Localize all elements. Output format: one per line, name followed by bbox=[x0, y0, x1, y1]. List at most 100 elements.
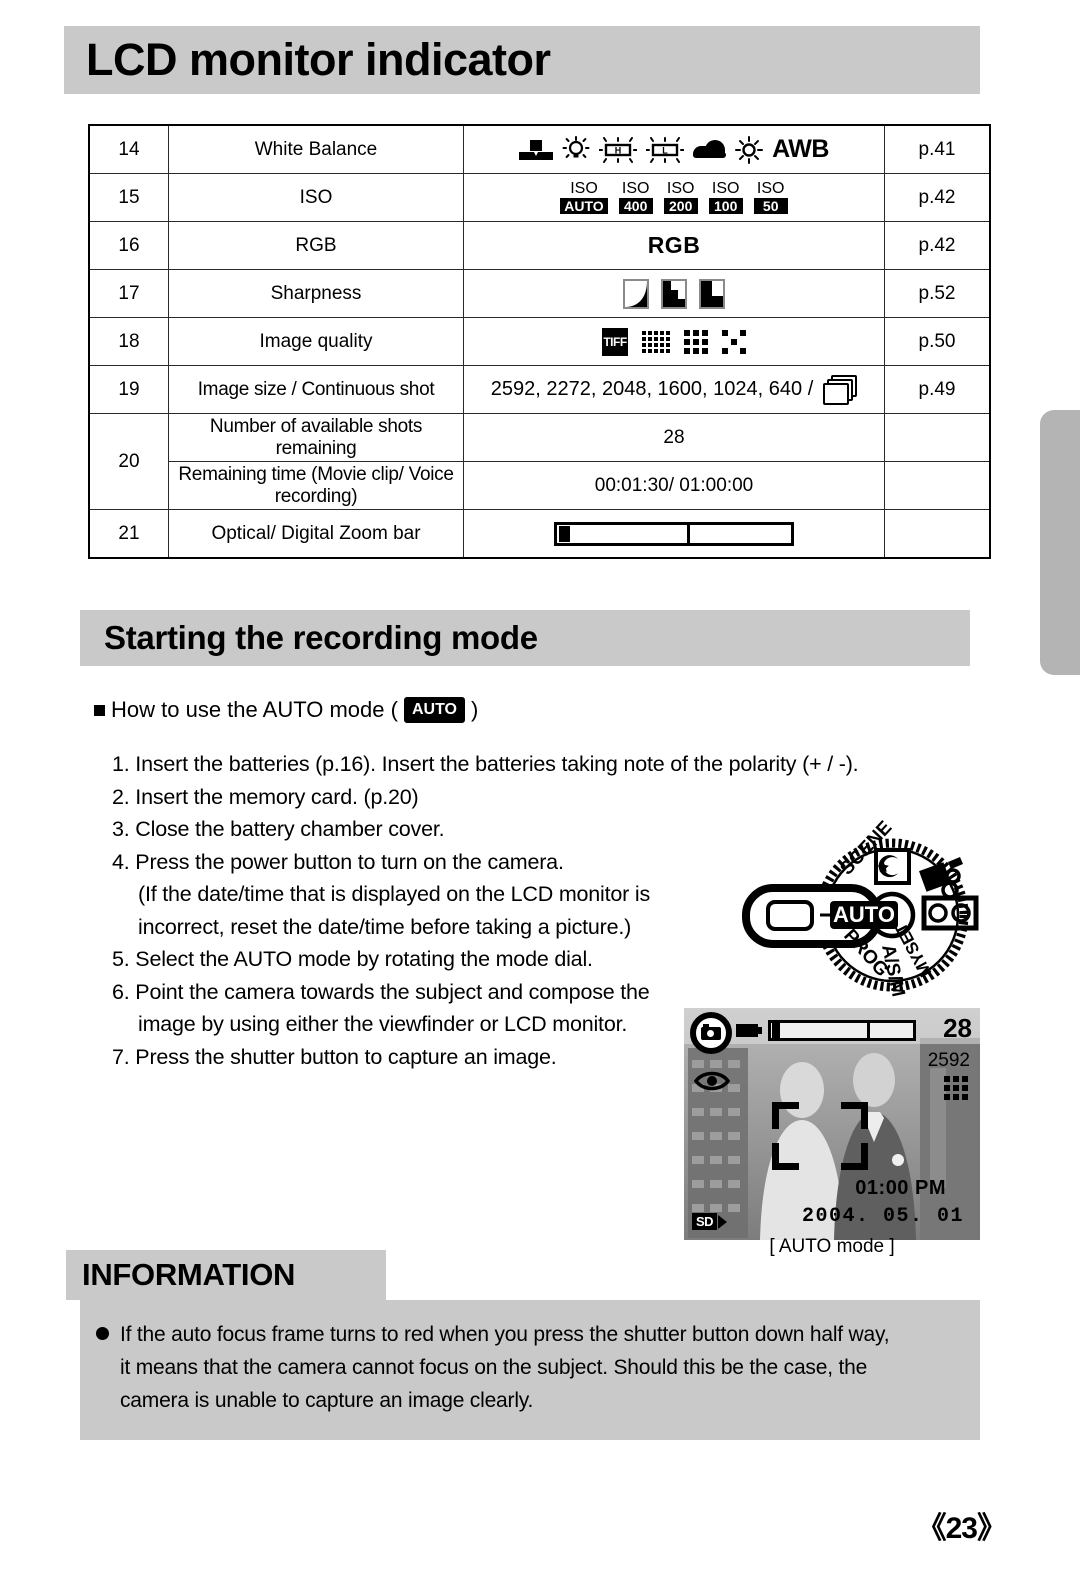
row-number: 15 bbox=[88, 173, 169, 222]
remaining-time-value: 00:01:30/ 01:00:00 bbox=[463, 461, 885, 510]
row-icons bbox=[463, 269, 885, 318]
row-page-ref bbox=[884, 509, 991, 559]
auto-mode-chip-icon: AUTO bbox=[403, 697, 465, 723]
rgb-icon-label: RGB bbox=[647, 232, 701, 258]
section-heading-bar: Starting the recording mode bbox=[80, 610, 980, 676]
white-balance-daylight-icon bbox=[735, 135, 764, 164]
information-line: it means that the camera cannot focus on… bbox=[120, 1356, 868, 1379]
iso-400-icon: ISO 400 bbox=[618, 181, 653, 214]
table-row: 14 White Balance H L AWB p.41 bbox=[88, 124, 991, 174]
mode-dial-figure: AUTO SCENE PROG A/S/M MYSET bbox=[742, 817, 992, 1013]
table-row: 15 ISO ISO AUTO ISO 400 ISO 200 ISO 100 bbox=[88, 173, 991, 222]
information-line: camera is unable to capture an image cle… bbox=[120, 1389, 534, 1412]
round-bullet-icon bbox=[96, 1327, 109, 1340]
information-text: If the auto focus frame turns to red whe… bbox=[96, 1318, 950, 1417]
iso-50-icon: ISO 50 bbox=[753, 181, 788, 214]
optical-digital-zoom-bar-icon bbox=[554, 521, 794, 546]
list-item: 2. Insert the memory card. (p.20) bbox=[112, 784, 419, 809]
sharpness-vivid-icon bbox=[699, 278, 725, 309]
quality-tiff-icon: TIFF bbox=[602, 327, 628, 356]
row-icons: RGB bbox=[463, 221, 885, 270]
row-icons: 2592, 2272, 2048, 1600, 1024, 640 / bbox=[463, 365, 885, 414]
table-row: 16 RGB RGB p.42 bbox=[88, 221, 991, 270]
sub-heading-suffix: ) bbox=[471, 697, 479, 722]
svg-text:H: H bbox=[615, 145, 622, 155]
quality-economy-icon bbox=[722, 329, 746, 354]
white-balance-fluorescent-h-icon: H bbox=[598, 136, 638, 163]
row-label: White Balance bbox=[168, 124, 464, 174]
quality-normal-icon bbox=[684, 329, 708, 354]
row-label: Number of available shots remaining bbox=[168, 413, 464, 462]
osd-shots-remaining: 28 bbox=[943, 1013, 972, 1043]
table-row: 19 Image size / Continuous shot 2592, 22… bbox=[88, 365, 991, 414]
osd-time: 01:00 PM bbox=[855, 1177, 946, 1199]
osd-image-size: 2592 bbox=[927, 1050, 970, 1071]
table-row: 18 Image quality TIFF p.50 bbox=[88, 317, 991, 366]
lcd-indicator-table: 14 White Balance H L AWB p.41 15 ISO ISO… bbox=[88, 124, 991, 559]
image-size-values: 2592, 2272, 2048, 1600, 1024, 640 / bbox=[490, 378, 814, 400]
list-item: 1. Insert the batteries (p.16). Insert t… bbox=[112, 752, 859, 776]
table-row: 20 Number of available shots remaining 2… bbox=[88, 413, 991, 510]
row-number: 16 bbox=[88, 221, 169, 270]
table-row: 21 Optical/ Digital Zoom bar bbox=[88, 509, 991, 559]
continuous-shot-icon bbox=[821, 374, 858, 405]
osd-date: 2004. 05. 01 bbox=[801, 1205, 964, 1228]
information-heading-bar: INFORMATION bbox=[66, 1250, 396, 1310]
row-number: 20 bbox=[88, 413, 169, 510]
row-page-ref: p.49 bbox=[884, 365, 991, 414]
red-eye-reduction-icon bbox=[693, 1070, 731, 1092]
row-label: Remaining time (Movie clip/ Voice record… bbox=[168, 461, 464, 510]
row-page-ref: p.42 bbox=[884, 173, 991, 222]
row-icons bbox=[463, 509, 885, 559]
osd-memory-card-icon: SD bbox=[692, 1213, 728, 1230]
page-title-bar: LCD monitor indicator bbox=[64, 26, 980, 94]
lcd-preview-figure: 28 2592 SD 01:00 PM 2004. 05. 01 bbox=[684, 1008, 980, 1240]
row-number: 17 bbox=[88, 269, 169, 318]
row-label: RGB bbox=[168, 221, 464, 270]
white-balance-fluorescent-l-icon: L bbox=[645, 136, 685, 163]
page-title: LCD monitor indicator bbox=[86, 34, 551, 85]
row-icons: TIFF bbox=[463, 317, 885, 366]
row-page-ref bbox=[884, 413, 991, 462]
row-icons: H L AWB bbox=[463, 124, 885, 174]
sub-heading-text: How to use the AUTO mode ( bbox=[111, 697, 398, 722]
row-label: Sharpness bbox=[168, 269, 464, 318]
row-icons: ISO AUTO ISO 400 ISO 200 ISO 100 ISO 50 bbox=[463, 173, 885, 222]
record-mode-camera-icon bbox=[690, 1012, 732, 1054]
square-bullet-icon bbox=[94, 704, 105, 716]
iso-200-icon: ISO 200 bbox=[663, 181, 698, 214]
information-line: If the auto focus frame turns to red whe… bbox=[120, 1323, 890, 1346]
row-page-ref: p.42 bbox=[884, 221, 991, 270]
row-label: ISO bbox=[168, 173, 464, 222]
table-row: Remaining time (Movie clip/ Voice record… bbox=[89, 461, 991, 510]
svg-text:AUTO: AUTO bbox=[833, 902, 895, 927]
sub-heading: How to use the AUTO mode ( AUTO ) bbox=[94, 697, 478, 723]
iso-100-icon: ISO 100 bbox=[708, 181, 743, 214]
row-page-ref: p.52 bbox=[884, 269, 991, 318]
figure-caption: [ AUTO mode ] bbox=[769, 1236, 895, 1257]
section-heading: Starting the recording mode bbox=[104, 619, 538, 656]
quality-fine-icon bbox=[642, 330, 670, 353]
row-label: Image size / Continuous shot bbox=[168, 365, 464, 414]
sharpness-soft-icon bbox=[623, 278, 649, 309]
mode-dial-auto: AUTO bbox=[830, 901, 898, 929]
shots-remaining-value: 28 bbox=[463, 413, 885, 462]
battery-icon bbox=[736, 1024, 762, 1037]
row-page-ref: p.50 bbox=[884, 317, 991, 366]
table-row: 17 Sharpness p.52 bbox=[88, 269, 991, 318]
page-number: 《23》 bbox=[916, 1512, 1007, 1545]
row-page-ref bbox=[884, 461, 991, 510]
iso-auto-icon: ISO AUTO bbox=[560, 181, 608, 214]
white-balance-custom-icon bbox=[519, 139, 554, 161]
row-label: Optical/ Digital Zoom bar bbox=[168, 509, 464, 559]
row-page-ref: p.41 bbox=[884, 124, 991, 174]
row-number: 18 bbox=[88, 317, 169, 366]
svg-text:L: L bbox=[662, 145, 668, 155]
sharpness-normal-icon bbox=[661, 278, 687, 309]
white-balance-awb-label: AWB bbox=[772, 135, 829, 163]
osd-zoom-bar bbox=[768, 1020, 916, 1041]
row-number: 14 bbox=[88, 124, 169, 174]
information-heading: INFORMATION bbox=[82, 1257, 296, 1292]
thumb-index-tab bbox=[1040, 410, 1080, 675]
osd-image-quality-icon bbox=[944, 1076, 968, 1100]
